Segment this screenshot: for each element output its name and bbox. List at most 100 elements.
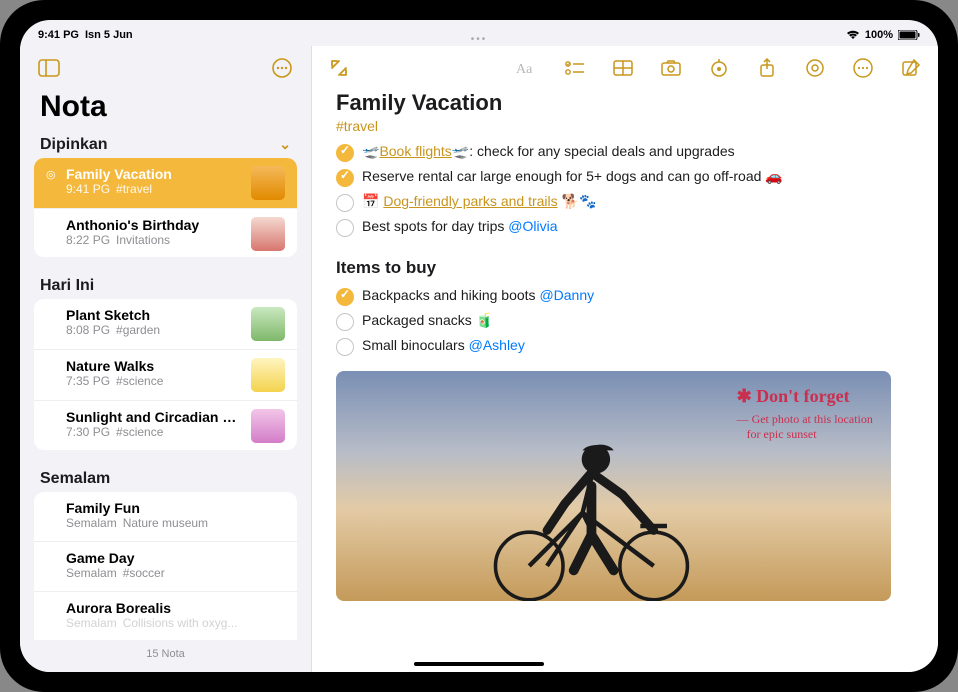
- sidebar-title: Nota: [20, 90, 311, 130]
- more-icon[interactable]: [848, 53, 878, 83]
- sidebar-footer-count: 15 Nota: [20, 640, 311, 672]
- note-title: Family Vacation: [66, 166, 243, 182]
- handwriting-annotation: Don't forget — Get photo at this locatio…: [737, 385, 873, 442]
- note-time: Semalam: [66, 516, 117, 530]
- check-text: Backpacks and hiking boots @Danny: [362, 287, 594, 303]
- checkbox-icon[interactable]: [336, 219, 354, 237]
- markup-icon[interactable]: [704, 53, 734, 83]
- note-thumbnail: [251, 166, 285, 200]
- note-item-birthday[interactable]: Anthonio's Birthday 8:22 PG Invitations: [34, 209, 297, 258]
- note-item[interactable]: Family Fun Semalam Nature museum: [34, 492, 297, 542]
- more-options-icon[interactable]: [267, 53, 297, 83]
- attached-photo[interactable]: Don't forget — Get photo at this locatio…: [336, 371, 891, 601]
- battery-icon: [898, 30, 920, 40]
- note-time: 7:35 PG: [66, 374, 110, 388]
- note-tag: Collisions with oxyg...: [123, 616, 238, 630]
- chevron-down-icon: ⌄: [279, 136, 291, 153]
- check-text: Reserve rental car large enough for 5+ d…: [362, 168, 783, 185]
- checkbox-icon[interactable]: [336, 194, 354, 212]
- format-text-icon[interactable]: Aa: [512, 53, 542, 83]
- checkbox-icon[interactable]: [336, 313, 354, 331]
- note-tag: Nature museum: [123, 516, 208, 530]
- checklist-item[interactable]: Backpacks and hiking boots @Danny: [336, 284, 914, 309]
- sidebar-toggle-icon[interactable]: [34, 53, 64, 83]
- wifi-icon: [846, 30, 860, 40]
- check-text: 📅 Dog-friendly parks and trails 🐕🐾: [362, 193, 596, 210]
- handwriting-sub: — Get photo at this location: [737, 412, 873, 427]
- svg-text:Aa: Aa: [516, 62, 533, 76]
- note-tag: #garden: [116, 323, 160, 337]
- lock-icon[interactable]: [800, 53, 830, 83]
- section-header-pinned[interactable]: Dipinkan ⌄: [20, 130, 311, 158]
- multitask-dots[interactable]: •••: [471, 34, 488, 45]
- note-tag: #soccer: [123, 566, 165, 580]
- note-time: Semalam: [66, 566, 117, 580]
- check-text: Small binoculars @Ashley: [362, 337, 525, 353]
- note-title: Family Fun: [66, 500, 285, 516]
- checkbox-icon[interactable]: [336, 338, 354, 356]
- pin-icon: ◎: [46, 168, 58, 181]
- checklist-main: 🛫Book flights🛫: check for any special de…: [336, 140, 914, 240]
- note-title: Plant Sketch: [66, 307, 243, 323]
- note-heading[interactable]: Family Vacation: [336, 90, 914, 116]
- note-time: 8:08 PG: [66, 323, 110, 337]
- handwriting-main: Don't forget: [737, 386, 850, 406]
- note-time: 9:41 PG: [66, 182, 110, 196]
- checklist-item[interactable]: Best spots for day trips @Olivia: [336, 215, 914, 240]
- note-item[interactable]: Aurora Borealis Semalam Collisions with o…: [34, 592, 297, 640]
- note-title: Nature Walks: [66, 358, 243, 374]
- note-item[interactable]: Plant Sketch 8:08 PG #garden: [34, 299, 297, 350]
- checklist-item[interactable]: 📅 Dog-friendly parks and trails 🐕🐾: [336, 190, 914, 215]
- section-header-today[interactable]: Hari Ini: [20, 271, 311, 299]
- note-tag: Invitations: [116, 233, 170, 247]
- checklist-item[interactable]: Reserve rental car large enough for 5+ d…: [336, 165, 914, 190]
- note-title: Anthonio's Birthday: [66, 217, 243, 233]
- note-thumbnail: [251, 409, 285, 443]
- compose-icon[interactable]: [896, 53, 926, 83]
- checkbox-icon[interactable]: [336, 144, 354, 162]
- sidebar: Nota Dipinkan ⌄ ◎ Family Vacation 9:41 P…: [20, 46, 312, 672]
- note-item[interactable]: Sunlight and Circadian Rhy... 7:30 PG #sc…: [34, 401, 297, 449]
- share-icon[interactable]: [752, 53, 782, 83]
- note-subheading[interactable]: Items to buy: [336, 258, 914, 278]
- note-item[interactable]: Nature Walks 7:35 PG #science: [34, 350, 297, 401]
- note-time: 7:30 PG: [66, 425, 110, 439]
- note-thumbnail: [251, 217, 285, 251]
- note-item-family-vacation[interactable]: ◎ Family Vacation 9:41 PG #travel: [34, 158, 297, 209]
- note-hashtag[interactable]: #travel: [336, 118, 914, 134]
- note-time: 8:22 PG: [66, 233, 110, 247]
- section-header-yesterday[interactable]: Semalam: [20, 464, 311, 492]
- note-item[interactable]: Game Day Semalam #soccer: [34, 542, 297, 592]
- note-title: Aurora Borealis: [66, 600, 285, 616]
- table-icon[interactable]: [608, 53, 638, 83]
- battery-percent: 100%: [865, 29, 893, 41]
- checkbox-icon[interactable]: [336, 169, 354, 187]
- status-time: 9:41 PG: [38, 29, 79, 41]
- check-text: Packaged snacks 🧃: [362, 312, 493, 329]
- note-thumbnail: [251, 307, 285, 341]
- camera-icon[interactable]: [656, 53, 686, 83]
- home-indicator[interactable]: [414, 662, 544, 666]
- note-title: Sunlight and Circadian Rhy...: [66, 409, 243, 425]
- check-text: 🛫Book flights🛫: check for any special de…: [362, 143, 735, 160]
- cyclist-silhouette: [425, 406, 758, 602]
- checklist-icon[interactable]: [560, 53, 590, 83]
- expand-icon[interactable]: [324, 53, 354, 83]
- checklist-item[interactable]: 🛫Book flights🛫: check for any special de…: [336, 140, 914, 165]
- note-tag: #science: [116, 374, 163, 388]
- note-editor: Aa: [312, 46, 938, 672]
- note-time: Semalam: [66, 616, 117, 630]
- checklist-item[interactable]: Packaged snacks 🧃: [336, 309, 914, 334]
- note-title: Game Day: [66, 550, 285, 566]
- note-tag: #travel: [116, 182, 152, 196]
- status-date: Isn 5 Jun: [85, 29, 133, 41]
- note-thumbnail: [251, 358, 285, 392]
- check-text: Best spots for day trips @Olivia: [362, 218, 558, 234]
- checklist-item[interactable]: Small binoculars @Ashley: [336, 334, 914, 359]
- section-label: Semalam: [40, 470, 110, 488]
- section-label: Dipinkan: [40, 136, 108, 154]
- section-label: Hari Ini: [40, 277, 94, 295]
- note-tag: #science: [116, 425, 163, 439]
- checklist-items-to-buy: Backpacks and hiking boots @Danny Packag…: [336, 284, 914, 359]
- checkbox-icon[interactable]: [336, 288, 354, 306]
